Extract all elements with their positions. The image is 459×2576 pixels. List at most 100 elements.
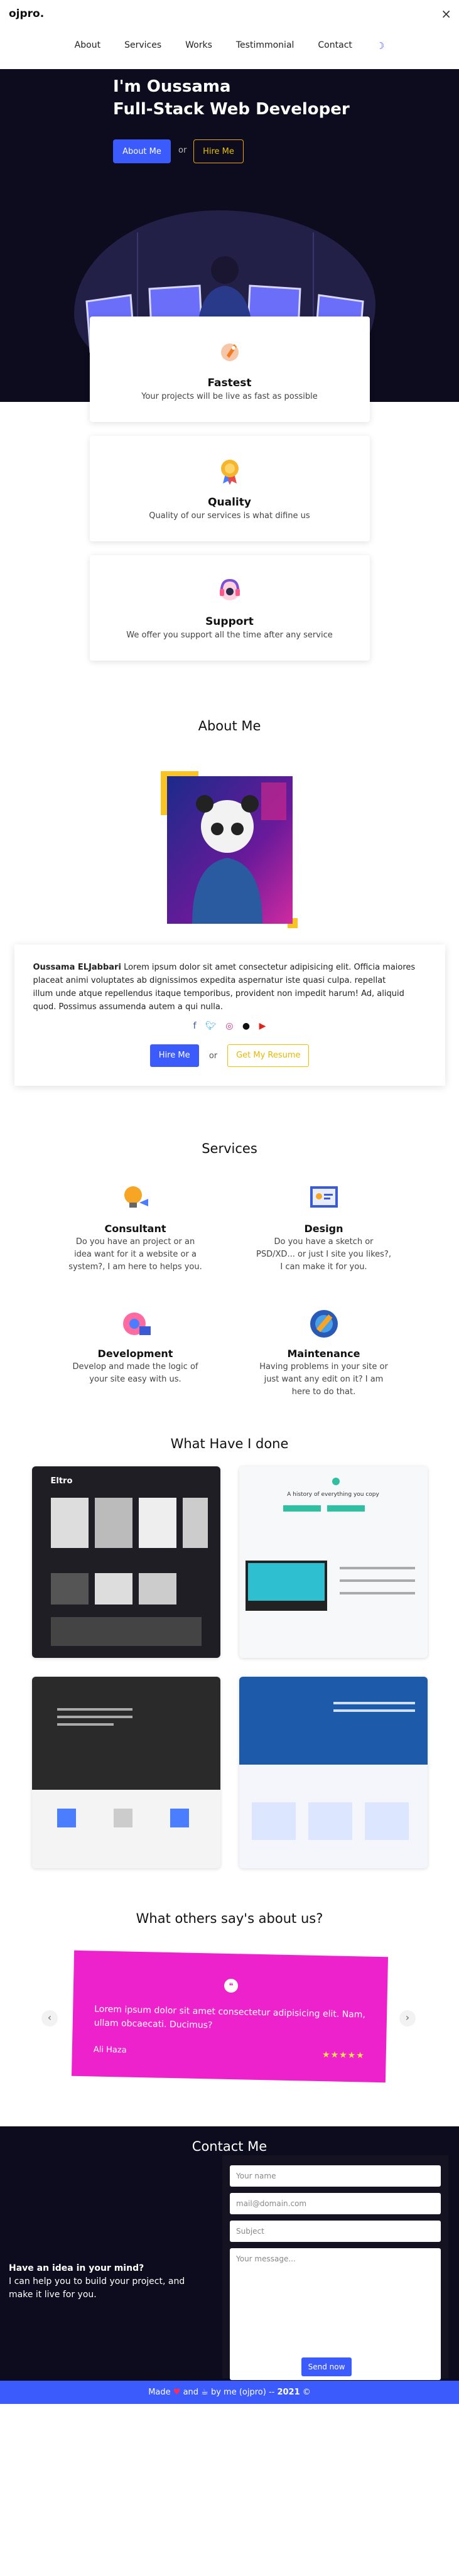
nav-item-works[interactable]: Works <box>185 40 212 51</box>
project-shot-landing[interactable]: A history of everything you copy <box>239 1466 428 1658</box>
service-title: Maintenance <box>287 1348 360 1360</box>
feature-title: Support <box>205 615 254 628</box>
service-text: Do you have a sketch or PSD/XD... or jus… <box>256 1237 391 1272</box>
get-resume-button[interactable]: Get My Resume <box>227 1044 310 1067</box>
services-grid: Consultant Do you have an project or an … <box>67 1181 393 1399</box>
testimonials-section: What others say's about us? ‹ ❝ Lorem ip… <box>0 1868 459 2106</box>
coffee-icon: ☕ <box>201 2388 208 2397</box>
testimonials-title: What others say's about us? <box>136 1911 323 1926</box>
services-title: Services <box>202 1141 257 1156</box>
work-title: What Have I done <box>170 1436 289 1451</box>
about-buttons: Hire Me or Get My Resume <box>33 1044 426 1067</box>
youtube-icon[interactable]: ▶ <box>259 1021 266 1031</box>
feature-card-fastest: Fastest Your projects will be live as fa… <box>89 317 370 422</box>
hero-or-text: or <box>178 146 187 155</box>
feature-text: Quality of our services is what difine u… <box>149 511 310 521</box>
project-shot-arabic-dark[interactable] <box>31 1677 220 1868</box>
quote-icon: ❝ <box>224 1978 239 1993</box>
theme-toggle-moon-icon[interactable]: ☽ <box>376 40 384 51</box>
nav-menu: About Services Works Testimmonial Contac… <box>0 40 459 51</box>
subject-input[interactable]: Subject <box>230 2221 441 2242</box>
service-text: Having problems in your site or just wan… <box>259 1362 388 1397</box>
service-title: Consultant <box>104 1223 166 1235</box>
service-consultant: Consultant Do you have an project or an … <box>67 1181 205 1274</box>
work-section: What Have I done Eltro A history of ever… <box>0 1399 459 1868</box>
hero-title: I'm Oussama Full-Stack Web Developer <box>113 75 350 121</box>
feature-title: Fastest <box>207 377 252 389</box>
service-text: Do you have an project or an idea want f… <box>68 1237 202 1272</box>
github-icon[interactable]: ● <box>242 1021 250 1031</box>
service-maintenance: Maintenance Having problems in your site… <box>255 1306 393 1399</box>
rocket-icon <box>220 344 239 361</box>
service-design: Design Do you have a sketch or PSD/XD...… <box>255 1181 393 1274</box>
nav-item-services[interactable]: Services <box>124 40 161 51</box>
design-board-icon <box>310 1186 338 1208</box>
about-title: About Me <box>198 718 261 733</box>
project-shot-arabic-blue[interactable] <box>239 1677 428 1868</box>
footer-by-text: by me (ojpro) -- <box>210 2388 275 2397</box>
feature-text: Your projects will be live as fast as po… <box>141 392 318 401</box>
hire-me-button[interactable]: Hire Me <box>193 139 244 163</box>
nav-item-about[interactable]: About <box>75 40 100 51</box>
testimonial-quote: Lorem ipsum dolor sit amet consectetur a… <box>94 2004 366 2031</box>
twitter-icon[interactable]: 🐦︎ <box>205 1021 217 1031</box>
about-text-2: illum unde atque repellendus itaque temp… <box>33 989 404 1012</box>
site-logo[interactable]: ojpro. <box>9 8 44 20</box>
about-or-text: or <box>208 1051 218 1061</box>
service-title: Design <box>304 1223 343 1235</box>
footer: Made ♥ and ☕ by me (ojpro) -- 2021 © <box>0 2381 459 2404</box>
feature-title: Quality <box>208 496 251 509</box>
nav-item-testimonial[interactable]: Testimmonial <box>236 40 294 51</box>
contact-pitch-text: I can help you to build your project, an… <box>9 2276 185 2300</box>
about-hire-me-button[interactable]: Hire Me <box>149 1044 199 1067</box>
footer-year: 2021 <box>277 2388 300 2397</box>
panda-avatar-image <box>166 776 293 924</box>
email-input[interactable]: mail@domain.com <box>230 2193 441 2214</box>
gear-code-icon <box>122 1312 151 1335</box>
feature-text: We offer you support all the time after … <box>126 630 333 640</box>
project-heading-text: A history of everything you copy <box>287 1491 379 1498</box>
testimonial-card: ❝ Lorem ipsum dolor sit amet consectetur… <box>71 1950 389 2083</box>
service-title: Development <box>97 1348 173 1360</box>
testimonial-author: Ali Haza <box>93 2045 127 2055</box>
nav-item-contact[interactable]: Contact <box>318 40 352 51</box>
service-text: Develop and made the logic of your site … <box>72 1362 198 1384</box>
headset-icon <box>219 578 240 600</box>
testimonial-prev-arrow-icon[interactable]: ‹ <box>41 2010 58 2027</box>
features-section: Fastest Your projects will be live as fa… <box>0 317 459 661</box>
contact-title: Contact Me <box>192 2139 267 2154</box>
top-navbar: ojpro. × About Services Works Testimmoni… <box>0 0 459 69</box>
medal-icon <box>220 460 239 485</box>
project-brand-text: Eltro <box>50 1476 73 1486</box>
about-me-button[interactable]: About Me <box>113 139 171 163</box>
name-input[interactable]: Your name <box>230 2165 441 2187</box>
about-name: Oussama ELJabbari <box>33 963 121 972</box>
about-photo <box>160 771 299 928</box>
wrench-globe-icon <box>310 1310 338 1338</box>
footer-made-text: Made <box>148 2388 171 2397</box>
facebook-icon[interactable]: f <box>193 1021 197 1031</box>
hero-title-line1: I'm Oussama <box>113 77 231 96</box>
project-shot-ecommerce[interactable]: Eltro <box>31 1466 220 1658</box>
contact-pitch-title: Have an idea in your mind? <box>9 2263 144 2273</box>
about-card: Oussama ELJabbari Lorem ipsum dolor sit … <box>14 944 445 1086</box>
close-menu-icon[interactable]: × <box>441 6 451 21</box>
contact-pitch: Have an idea in your mind? I can help yo… <box>9 2262 197 2302</box>
lightbulb-icon <box>124 1186 148 1208</box>
footer-copyright: © <box>302 2388 311 2397</box>
hero-title-line2: Full-Stack Web Developer <box>113 100 350 119</box>
about-section: About Me Oussama ELJabbari Lorem ipsum d… <box>0 674 459 1086</box>
testimonial-next-arrow-icon[interactable]: › <box>399 2010 416 2027</box>
work-grid: Eltro A history of everything you copy <box>31 1466 428 1868</box>
contact-section: Contact Me Have an idea in your mind? I … <box>0 2126 459 2381</box>
social-icons: f 🐦︎ ◎ ● ▶ <box>33 1020 426 1033</box>
feature-card-support: Support We offer you support all the tim… <box>89 555 370 661</box>
rating-stars: ★★★★★ <box>321 2050 365 2061</box>
services-section: Services Consultant Do you have an proje… <box>0 1086 459 1399</box>
feature-card-quality: Quality Quality of our services is what … <box>89 436 370 541</box>
about-paragraph-1: Oussama ELJabbari Lorem ipsum dolor sit … <box>33 961 426 987</box>
send-now-button[interactable]: Send now <box>301 2357 352 2376</box>
service-development: Development Develop and made the logic o… <box>67 1306 205 1399</box>
contact-form: Your name mail@domain.com Subject Your m… <box>222 2155 448 2380</box>
instagram-icon[interactable]: ◎ <box>225 1021 233 1031</box>
